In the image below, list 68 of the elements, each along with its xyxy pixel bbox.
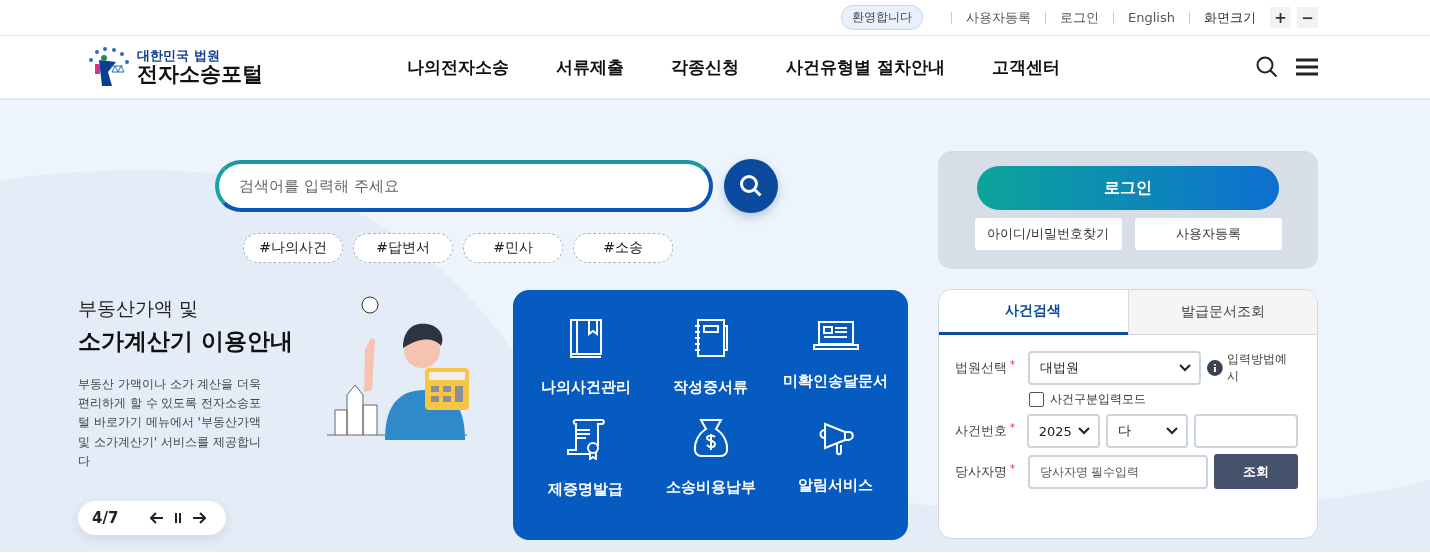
login-button[interactable]: 로그인: [977, 166, 1279, 210]
logo-subtitle: 대한민국 법원: [137, 49, 221, 63]
party-name-field[interactable]: 당사자명 필수입력: [1027, 454, 1209, 489]
money-bag-icon: [692, 418, 729, 458]
arrow-left-icon: [150, 511, 165, 524]
logo-title: 전자소송포털: [137, 62, 263, 85]
chevron-icon: [1179, 364, 1192, 372]
quick-menu-item[interactable]: 작성중서류: [648, 318, 773, 418]
promo-heading: 소가계산기 이용안내: [78, 327, 294, 356]
tab[interactable]: 사건검색: [939, 290, 1128, 335]
nav-item[interactable]: 나의전자소송: [407, 55, 509, 79]
info-icon: [1207, 360, 1223, 376]
nav-item[interactable]: 고객센터: [991, 55, 1060, 79]
quick-menu-item[interactable]: 소송비용납부: [648, 418, 773, 520]
case-mode-checkbox[interactable]: 사건구분입력모드: [1029, 391, 1298, 408]
certificate-icon: [565, 418, 606, 460]
laptop-icon: [812, 318, 859, 352]
chevron-icon: [1166, 427, 1178, 435]
field-label: 법원선택 *: [955, 359, 1016, 377]
promo-text: 부동산 가액이나 소가 계산을 더욱 편리하게 할 수 있도록 전자소송포털 바로가기 메뉴에서 '부동산가액 및 소가계산기' 서비스를 제공합니다: [78, 376, 263, 470]
hashtag-link[interactable]: #민사: [463, 233, 563, 263]
quick-menu-item[interactable]: 미확인송달문서: [773, 318, 898, 418]
nav-item[interactable]: 서류제출: [556, 55, 624, 79]
chevron-icon: [1078, 427, 1091, 435]
arrow-right-icon: [192, 511, 207, 524]
hashtag-link[interactable]: #나의사건: [243, 233, 343, 263]
search-icon[interactable]: [1256, 56, 1278, 78]
account-link-button[interactable]: 아이디/비밀번호찾기: [974, 218, 1122, 250]
required-mark: *: [1010, 462, 1015, 474]
font-size-button[interactable]: −: [1297, 7, 1318, 28]
quick-menu-item[interactable]: 제증명발급: [523, 418, 648, 520]
year-select[interactable]: 2025: [1026, 414, 1101, 448]
search-field[interactable]: 검색어를 입력해 주세요: [215, 160, 713, 212]
tab[interactable]: 발급문서조회: [1127, 290, 1317, 335]
utility-link[interactable]: English: [1128, 10, 1175, 25]
pause-button[interactable]: [174, 511, 183, 524]
hashtag-link[interactable]: #소송: [573, 233, 673, 263]
field-label: 사건번호 *: [955, 422, 1016, 440]
previous-button[interactable]: [150, 511, 165, 524]
notebook-icon: [693, 318, 728, 358]
promo-title: 부동산가액 및: [78, 296, 200, 321]
font-size-button[interactable]: +: [1270, 7, 1291, 28]
slide-counter: 4/7: [92, 508, 119, 527]
quick-menu-item[interactable]: 알림서비스: [773, 418, 898, 520]
search-submit-button[interactable]: 조회: [1214, 454, 1298, 489]
checkbox[interactable]: [1029, 392, 1044, 407]
menu-icon[interactable]: [1296, 58, 1318, 76]
font-size-label: 화면크기: [1204, 8, 1256, 27]
hashtag-link[interactable]: #답변서: [353, 233, 453, 263]
search-icon: [739, 174, 763, 198]
court-select[interactable]: 대법원: [1028, 351, 1202, 385]
utility-link[interactable]: 로그인: [1060, 8, 1100, 27]
pause-icon: [174, 511, 183, 524]
quick-menu-item[interactable]: 나의사건관리: [523, 318, 648, 418]
search-button[interactable]: [724, 159, 778, 213]
required-mark: *: [1010, 359, 1015, 370]
next-button[interactable]: [192, 511, 207, 524]
nav-item[interactable]: 사건유형별 절차안내: [786, 55, 945, 79]
help-link[interactable]: 입력방법예시: [1207, 351, 1298, 385]
field-label: 당사자명 *: [955, 462, 1016, 481]
book-icon: [568, 318, 603, 358]
account-link-button[interactable]: 사용자등록: [1134, 218, 1282, 250]
case-type-select[interactable]: 다: [1106, 414, 1188, 448]
case-number-field[interactable]: [1194, 414, 1298, 448]
welcome-badge: 환영합니다: [841, 5, 924, 30]
utility-link[interactable]: 사용자등록: [966, 8, 1032, 27]
nav-item[interactable]: 각종신청: [671, 55, 739, 79]
required-mark: *: [1010, 422, 1015, 433]
